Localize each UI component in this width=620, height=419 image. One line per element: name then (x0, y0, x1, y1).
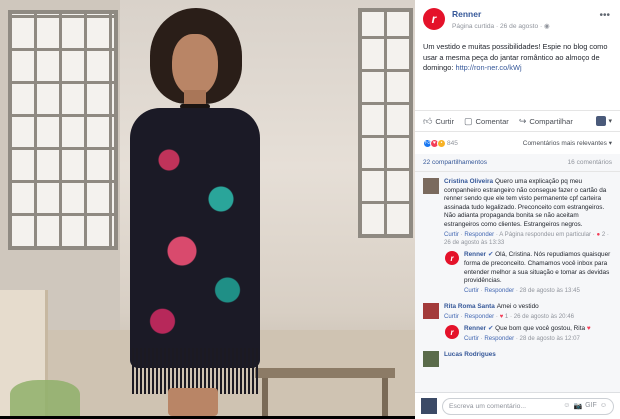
comment-author[interactable]: Renner (464, 251, 486, 258)
heart-icon: ♥ (499, 312, 504, 320)
comment-button[interactable]: ▢ Comentar (464, 116, 509, 127)
globe-icon: ◉ (544, 23, 550, 30)
comment-body: Rita Roma Santa Amei o vestido (444, 303, 574, 312)
photo-window-right (358, 8, 413, 238)
shares-count[interactable]: 22 compartilhamentos (423, 159, 487, 166)
comment-date[interactable]: · 28 de agosto às 12:07 (514, 335, 580, 342)
share-label: Compartilhar (529, 116, 573, 126)
camera-icon[interactable]: 📷 (573, 402, 582, 410)
more-dots-icon[interactable]: ••• (599, 10, 610, 21)
comment-author[interactable]: Renner (464, 325, 486, 332)
screen: r Renner Página curtida · 26 de agosto ·… (0, 0, 620, 419)
comment-text: Que bom que você gostou, Rita (495, 325, 586, 333)
comment-reply-link[interactable]: Responder (484, 287, 514, 294)
comment-reply-link[interactable]: Responder (464, 313, 494, 320)
photo-bench (255, 368, 395, 378)
comment-meta: Curtir · Responder · 28 de agosto às 13:… (464, 286, 580, 294)
chevron-down-icon: ▾ (608, 118, 612, 125)
logo-letter: r (431, 12, 437, 26)
comment-reply: r Renner ✔ Que bom que você gostou, Rita … (415, 323, 620, 345)
avatar[interactable] (423, 351, 439, 368)
comment-like-link[interactable]: Curtir (444, 231, 459, 238)
page-subtitle: Página curtida · 26 de agosto · ◉ (452, 22, 550, 30)
post-text: Um vestido e muitas possibilidades! Espi… (415, 38, 620, 110)
comment-body: Renner ✔ Que bom que você gostou, Rita ♥ (464, 325, 591, 334)
comment-reply: r Renner ✔ Olá, Cristina. Nós repudiamos … (415, 249, 620, 297)
current-user-avatar (421, 398, 437, 414)
composer-tools: ☺ 📷 GIF ☺ (560, 402, 607, 410)
avatar[interactable]: r (445, 251, 459, 266)
comment-label: Comentar (475, 116, 509, 126)
comment-placeholder: Escreva um comentário... (449, 402, 527, 410)
comment-author[interactable]: Lucas Rodrigues (444, 351, 496, 358)
comment-meta-text: · A Página respondeu em particular · (494, 230, 597, 238)
comment-meta: Curtir · Responder · 28 de agosto às 12:… (464, 334, 580, 342)
avatar[interactable] (423, 178, 439, 194)
page-logo[interactable]: r (423, 8, 445, 30)
reaction-icon: ● (596, 230, 601, 238)
comment-item: Lucas Rodrigues (415, 349, 620, 369)
avatar[interactable]: r (445, 325, 459, 340)
profile-avatar-mini (596, 116, 607, 126)
model-figure (120, 8, 270, 416)
page-meta: Renner Página curtida · 26 de agosto · ◉ (452, 9, 550, 38)
comment-body: Renner ✔ Olá, Cristina. Nós repudiamos qu… (464, 251, 612, 285)
comment-item: Cristina Oliveira Quero uma explicação pq… (415, 176, 620, 249)
wow-reaction-icon: • (437, 138, 446, 148)
like-button[interactable]: 👍︎ Curtir (423, 116, 454, 127)
comment-author[interactable]: Rita Roma Santa (444, 303, 495, 310)
comments-count[interactable]: 16 comentários (568, 159, 612, 166)
gif-icon[interactable]: GIF (585, 402, 597, 410)
photo-plant (10, 380, 80, 416)
page-sub-text: Página curtida · 26 de agosto · (452, 23, 543, 30)
post-panel: r Renner Página curtida · 26 de agosto ·… (415, 0, 620, 419)
comment-bubble-icon: ▢ (463, 115, 473, 126)
model-face (172, 34, 218, 96)
comment-like-link[interactable]: Curtir (464, 287, 479, 294)
model-dress (130, 108, 260, 368)
comment-date[interactable]: · 26 de agosto às 20:46 (508, 313, 574, 320)
comment-meta: Curtir · Responder · A Página respondeu … (444, 230, 609, 246)
thumbs-up-icon: 👍︎ (423, 115, 433, 126)
share-arrow-icon: ↪ (518, 115, 527, 126)
share-button[interactable]: ↪ Compartilhar (519, 116, 573, 127)
page-name[interactable]: Renner (452, 9, 550, 19)
comments-list: Cristina Oliveira Quero uma explicação pq… (415, 172, 620, 419)
post-header: r Renner Página curtida · 26 de agosto ·… (415, 0, 620, 38)
comment-composer: Escreva um comentário... ☺ 📷 GIF ☺ (415, 392, 620, 419)
shares-row: 22 compartilhamentos 16 comentários (415, 154, 620, 172)
comment-text: Amei o vestido (496, 303, 539, 311)
comment-input[interactable]: Escreva um comentário... ☺ 📷 GIF ☺ (442, 397, 614, 415)
comment-meta: Curtir · Responder · ♥ 1 · 26 de agosto … (444, 312, 575, 320)
comment-like-link[interactable]: Curtir (464, 335, 479, 342)
comment-date[interactable]: · 28 de agosto às 13:45 (514, 287, 580, 294)
comment-reply-link[interactable]: Responder (484, 335, 514, 342)
heart-icon: ♥ (586, 325, 591, 333)
post-photo[interactable] (0, 0, 415, 416)
emoji-icon[interactable]: ☺ (563, 402, 570, 410)
like-label: Curtir (435, 116, 454, 126)
reaction-icons[interactable]: 👍︎ ♥ • (423, 138, 446, 148)
comment-like-link[interactable]: Curtir (444, 313, 459, 320)
comment-reply-link[interactable]: Responder (464, 231, 494, 238)
comment-item: Rita Roma Santa Amei o vestido Curtir · R… (415, 301, 620, 323)
photo-bench-leg (382, 378, 388, 416)
model-legs (168, 388, 218, 416)
comment-text: Quero uma explicação pq meu companheiro … (444, 178, 607, 228)
post-link[interactable]: http://ron-ner.co/kWj (455, 63, 521, 72)
comment-body: Lucas Rodrigues (444, 351, 498, 367)
comment-sort-dropdown[interactable]: Comentários mais relevantes ▾ (523, 139, 612, 147)
sticker-icon[interactable]: ☺ (600, 402, 607, 410)
comment-body: Cristina Oliveira Quero uma explicação pq… (444, 178, 612, 230)
avatar[interactable] (423, 303, 439, 320)
action-bar: 👍︎ Curtir ▢ Comentar ↪ Compartilhar ▾ (415, 110, 620, 132)
photo-window-left (8, 10, 118, 250)
reaction-stats: 👍︎ ♥ • 845 Comentários mais relevantes ▾ (415, 132, 620, 154)
reaction-count[interactable]: 845 (447, 140, 458, 147)
post-as-selector[interactable]: ▾ (596, 116, 612, 126)
comment-author[interactable]: Cristina Oliveira (444, 178, 493, 185)
